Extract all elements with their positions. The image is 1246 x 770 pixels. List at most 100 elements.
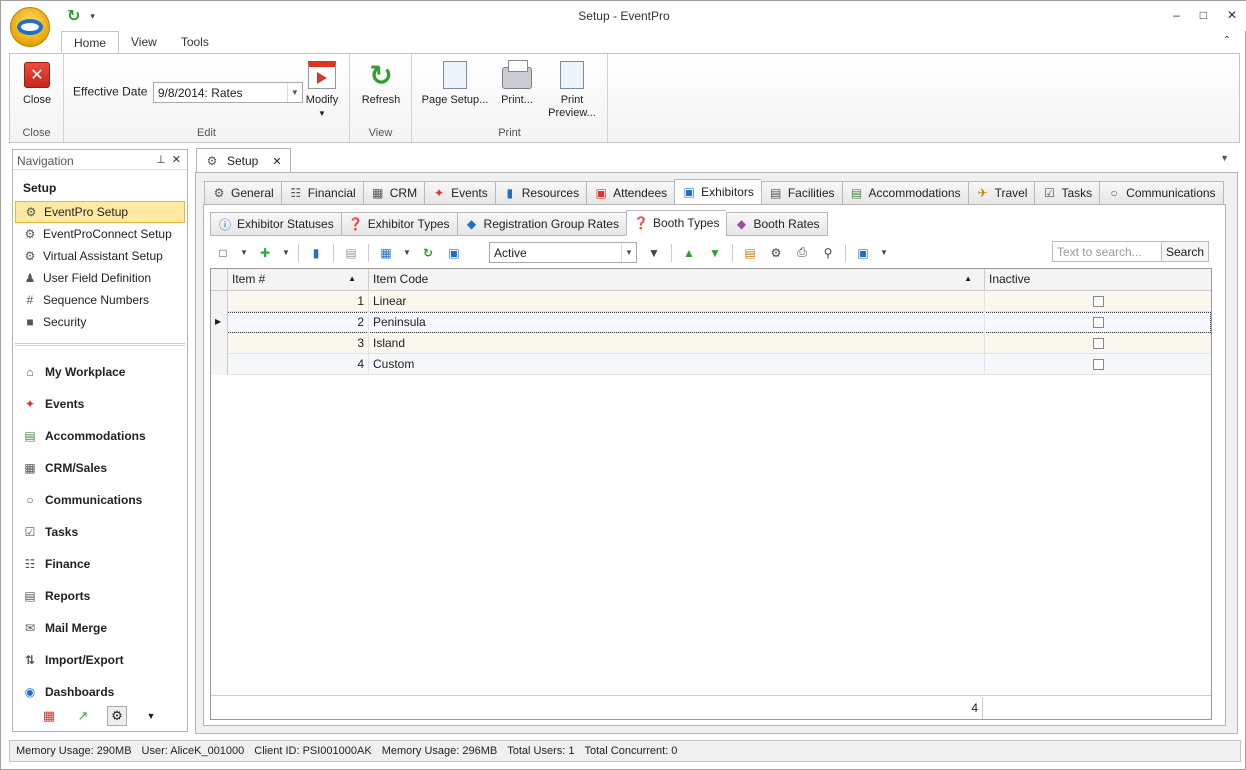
item-number-cell[interactable]: 2 bbox=[228, 312, 369, 333]
column-item-code[interactable]: Item Code ▲ bbox=[369, 269, 985, 291]
collapse-ribbon-icon[interactable]: ⌃ bbox=[1223, 35, 1231, 46]
module-reports[interactable]: ▤ Reports bbox=[13, 580, 187, 612]
item-code-cell[interactable]: Custom bbox=[369, 354, 985, 375]
inactive-checkbox[interactable] bbox=[1093, 359, 1104, 370]
search-input[interactable]: Text to search... bbox=[1051, 241, 1162, 262]
chart-icon[interactable]: ▦ bbox=[39, 706, 59, 726]
nav-item-eventproconnect-setup[interactable]: ⚙ EventProConnect Setup bbox=[15, 223, 185, 245]
module-finance[interactable]: ☷ Finance bbox=[13, 548, 187, 580]
save-icon[interactable]: ▣ bbox=[854, 244, 872, 262]
chevron-down-icon[interactable]: ▼ bbox=[880, 244, 888, 262]
print-button[interactable]: Print... bbox=[496, 60, 538, 107]
tab-tasks[interactable]: ☑ Tasks bbox=[1034, 181, 1100, 205]
tab-events[interactable]: ✦ Events bbox=[424, 181, 495, 205]
customize-qat-icon[interactable]: ▾ bbox=[90, 11, 95, 22]
item-code-cell[interactable]: Island bbox=[369, 333, 985, 354]
module-crm-sales[interactable]: ▦ CRM/Sales bbox=[13, 452, 187, 484]
refresh-button[interactable]: ↻ Refresh bbox=[356, 60, 406, 107]
module-communications[interactable]: ○ Communications bbox=[13, 484, 187, 516]
tab-resources[interactable]: ▮ Resources bbox=[494, 181, 587, 205]
print-preview-button[interactable]: Print Preview... bbox=[544, 60, 600, 120]
refresh-icon[interactable]: ↻ bbox=[419, 244, 437, 262]
nav-item-security[interactable]: ■ Security bbox=[15, 311, 185, 333]
item-code-cell[interactable]: Linear bbox=[369, 291, 985, 312]
page-setup-icon[interactable]: ⚙ bbox=[767, 244, 785, 262]
chevron-down-icon[interactable]: ▼ bbox=[286, 83, 302, 102]
tab-registration-group-rates[interactable]: ◆ Registration Group Rates bbox=[456, 212, 626, 236]
module-import-export[interactable]: ⇅ Import/Export bbox=[13, 644, 187, 676]
modify-button[interactable]: Modify ▼ bbox=[302, 60, 342, 120]
chevron-down-icon[interactable]: ▼ bbox=[621, 243, 636, 262]
new-record-icon[interactable]: □ bbox=[214, 244, 232, 262]
tab-tools[interactable]: Tools bbox=[169, 31, 221, 54]
item-number-cell[interactable]: 1 bbox=[228, 291, 369, 312]
move-up-icon[interactable]: ▲ bbox=[680, 244, 698, 262]
inactive-checkbox[interactable] bbox=[1093, 296, 1104, 307]
notes-icon[interactable]: ▤ bbox=[741, 244, 759, 262]
chevron-down-icon[interactable]: ▼ bbox=[403, 244, 411, 262]
chevron-down-icon[interactable]: ▼ bbox=[141, 706, 161, 726]
minimize-icon[interactable]: – bbox=[1173, 8, 1180, 22]
filter-icon[interactable]: ▼ bbox=[645, 244, 663, 262]
tab-view[interactable]: View bbox=[119, 31, 169, 54]
chevron-down-icon[interactable]: ▼ bbox=[282, 244, 290, 262]
trend-icon[interactable]: ↗ bbox=[73, 706, 93, 726]
document-tab-setup[interactable]: ⚙ Setup ✕ bbox=[196, 148, 291, 173]
tab-crm[interactable]: ▦ CRM bbox=[362, 181, 425, 205]
document-list-icon[interactable]: ▼ bbox=[1220, 153, 1229, 163]
tab-booth-types[interactable]: ❓ Booth Types bbox=[625, 210, 727, 236]
close-window-icon[interactable]: ✕ bbox=[1227, 8, 1237, 22]
module-accommodations[interactable]: ▤ Accommodations bbox=[13, 420, 187, 452]
tab-booth-rates[interactable]: ◆ Booth Rates bbox=[726, 212, 828, 236]
chevron-down-icon[interactable]: ▼ bbox=[240, 244, 248, 262]
nav-splitter[interactable] bbox=[15, 343, 185, 346]
tab-attendees[interactable]: ▣ Attendees bbox=[586, 181, 675, 205]
tab-home[interactable]: Home bbox=[61, 31, 120, 54]
pin-icon[interactable]: ⊥ ✕ bbox=[156, 153, 181, 166]
module-my-workplace[interactable]: ⌂ My Workplace bbox=[13, 356, 187, 388]
column-item-number[interactable]: Item # ▲ bbox=[228, 269, 369, 291]
inactive-checkbox[interactable] bbox=[1093, 317, 1104, 328]
nav-item-eventpro-setup[interactable]: ⚙ EventPro Setup bbox=[15, 201, 185, 223]
page-setup-button[interactable]: Page Setup... bbox=[420, 60, 490, 107]
print-preview-icon[interactable]: ⚲ bbox=[819, 244, 837, 262]
tab-general[interactable]: ⚙ General bbox=[204, 181, 281, 205]
tab-exhibitors[interactable]: ▣ Exhibitors bbox=[674, 179, 761, 205]
tab-exhibitor-types[interactable]: ❓ Exhibitor Types bbox=[340, 212, 457, 236]
inactive-checkbox[interactable] bbox=[1093, 338, 1104, 349]
columns-icon[interactable]: ▦ bbox=[377, 244, 395, 262]
effective-date-combo[interactable]: 9/8/2014: Rates ▼ bbox=[152, 82, 303, 103]
column-inactive[interactable]: Inactive bbox=[985, 269, 1211, 291]
printer-icon[interactable]: ⎙ bbox=[793, 244, 811, 262]
nav-item-virtual-assistant-setup[interactable]: ⚙ Virtual Assistant Setup bbox=[15, 245, 185, 267]
search-button[interactable]: Search bbox=[1161, 241, 1209, 262]
item-code-cell[interactable]: Peninsula bbox=[369, 312, 985, 333]
tab-travel[interactable]: ✈ Travel bbox=[967, 181, 1035, 205]
module-tasks[interactable]: ☑ Tasks bbox=[13, 516, 187, 548]
app-menu-button[interactable] bbox=[10, 7, 50, 47]
gear-icon[interactable]: ⚙ bbox=[107, 706, 127, 726]
tab-financial[interactable]: ☷ Financial bbox=[280, 181, 363, 205]
add-multiple-icon[interactable]: ✚ bbox=[256, 244, 274, 262]
move-down-icon[interactable]: ▼ bbox=[706, 244, 724, 262]
maximize-icon[interactable]: □ bbox=[1200, 8, 1207, 22]
module-events[interactable]: ✦ Events bbox=[13, 388, 187, 420]
tab-facilities[interactable]: ▤ Facilities bbox=[760, 181, 842, 205]
close-tab-icon[interactable]: ✕ bbox=[272, 155, 281, 168]
table-row[interactable]: 3 Island bbox=[211, 333, 1211, 354]
export-icon[interactable]: ▣ bbox=[445, 244, 463, 262]
status-filter-combo[interactable]: Active ▼ bbox=[489, 242, 637, 263]
table-row[interactable]: ▶ 2 Peninsula bbox=[211, 312, 1211, 333]
tab-accommodations[interactable]: ▤ Accommodations bbox=[841, 181, 968, 205]
nav-item-sequence-numbers[interactable]: # Sequence Numbers bbox=[15, 289, 185, 311]
item-number-cell[interactable]: 4 bbox=[228, 354, 369, 375]
close-button[interactable]: ✕ Close bbox=[14, 60, 60, 107]
refresh-icon[interactable]: ↻ bbox=[67, 6, 80, 26]
copy-icon[interactable]: ▤ bbox=[342, 244, 360, 262]
module-mail-merge[interactable]: ✉ Mail Merge bbox=[13, 612, 187, 644]
tab-communications[interactable]: ○ Communications bbox=[1099, 181, 1224, 205]
table-row[interactable]: 4 Custom bbox=[211, 354, 1211, 375]
table-row[interactable]: 1 Linear bbox=[211, 291, 1211, 312]
tab-exhibitor-statuses[interactable]: ⓘ Exhibitor Statuses bbox=[210, 212, 341, 236]
nav-item-user-field-definition[interactable]: ♟ User Field Definition bbox=[15, 267, 185, 289]
